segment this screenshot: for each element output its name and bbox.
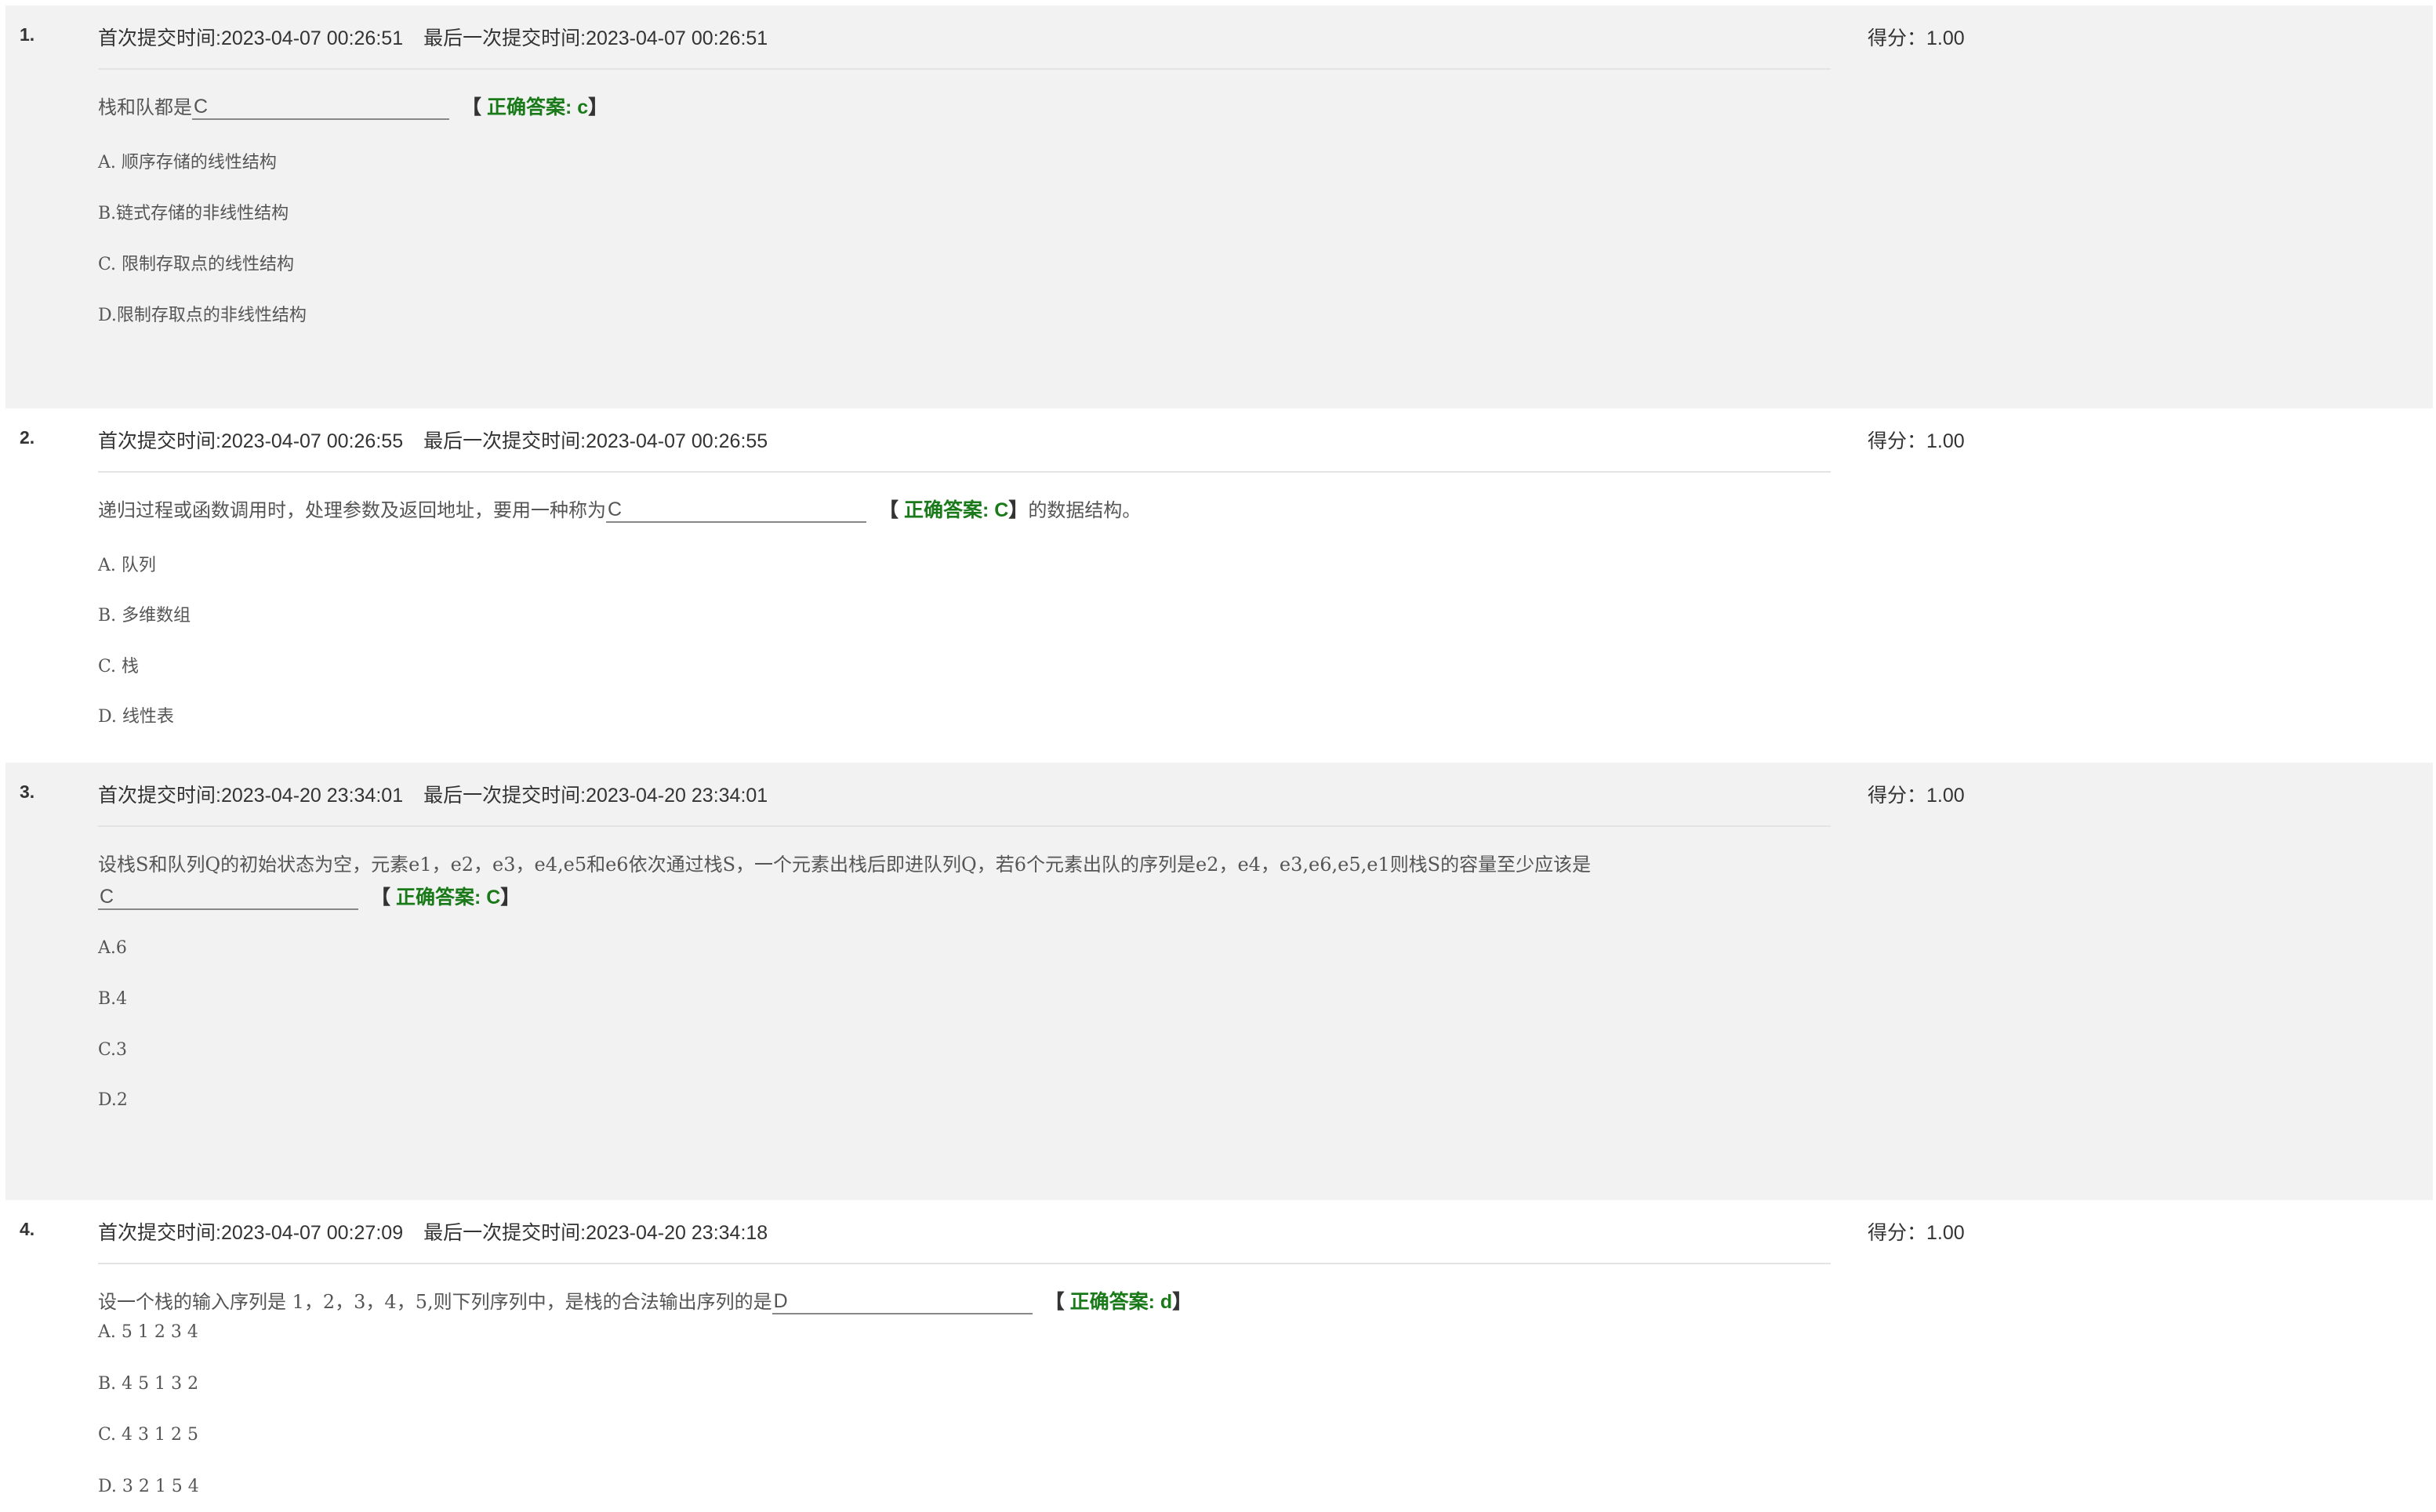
answer-blank-field[interactable]: C (192, 95, 449, 120)
first-submit-time: 2023-04-20 23:34:01 (220, 785, 404, 807)
question-block-3: 3. 首次提交时间:2023-04-20 23:34:01 最后一次提交时间:20… (5, 763, 2433, 1200)
last-submit-time: 2023-04-07 00:26:55 (586, 430, 768, 452)
correct-answer: 【 正确答案: C】 (371, 887, 521, 908)
score-value: 1.00 (1926, 430, 1965, 452)
last-submit-label: 最后一次提交时间: (423, 27, 586, 49)
option-a: A. 顺序存储的线性结构 (98, 153, 277, 172)
answer-blank-field[interactable]: C (98, 885, 358, 910)
first-submit-label: 首次提交时间: (98, 27, 221, 49)
option-d: D. 3 2 1 5 4 (98, 1477, 199, 1496)
header-divider (98, 1263, 1831, 1264)
first-submit-label: 首次提交时间: (98, 1222, 221, 1244)
first-submit-time: 2023-04-07 00:26:51 (220, 27, 404, 49)
question-block-1: 1. 首次提交时间:2023-04-07 00:26:51 最后一次提交时间:20… (5, 5, 2433, 408)
answer-blank-field[interactable]: C (606, 498, 866, 523)
first-submit-label: 首次提交时间: (98, 785, 221, 807)
last-submit-label: 最后一次提交时间: (423, 785, 586, 807)
last-submit-time: 2023-04-20 23:34:01 (586, 785, 768, 807)
submit-times: 首次提交时间:2023-04-07 00:26:51 最后一次提交时间:2023-… (98, 23, 768, 51)
score-label: 得分： (1868, 430, 1927, 452)
option-c: C. 栈 (98, 657, 140, 676)
question-stem: 设一个栈的输入序列是 1，2，3，4，5,则下列序列中，是栈的合法输出序列的是D… (98, 1286, 1192, 1314)
last-submit-time: 2023-04-20 23:34:18 (586, 1222, 768, 1244)
question-number: 2. (20, 427, 35, 448)
last-submit-label: 最后一次提交时间: (423, 1222, 586, 1244)
question-number: 3. (20, 781, 35, 802)
option-c: C.3 (98, 1040, 128, 1060)
option-a: A. 队列 (98, 556, 156, 575)
question-stem: 栈和队都是C 【 正确答案: c】 (98, 92, 608, 120)
score-value: 1.00 (1926, 785, 1965, 807)
submit-times: 首次提交时间:2023-04-20 23:34:01 最后一次提交时间:2023-… (98, 780, 768, 808)
submit-times: 首次提交时间:2023-04-07 00:27:09 最后一次提交时间:2023-… (98, 1217, 768, 1245)
score-label: 得分： (1868, 785, 1927, 807)
stem-text: 递归过程或函数调用时，处理参数及返回地址，要用一种称为 (98, 499, 606, 521)
option-d: D. 线性表 (98, 707, 174, 727)
question-block-4: 4. 首次提交时间:2023-04-07 00:27:09 最后一次提交时间:20… (5, 1200, 2433, 1512)
last-submit-label: 最后一次提交时间: (423, 430, 586, 452)
correct-answer: 【 正确答案: d】 (1044, 1291, 1193, 1313)
first-submit-label: 首次提交时间: (98, 430, 221, 452)
question-number: 4. (20, 1219, 35, 1239)
score-label: 得分： (1868, 1222, 1927, 1244)
first-submit-time: 2023-04-07 00:27:09 (220, 1222, 404, 1244)
correct-answer: 【 正确答案: c】 (462, 96, 608, 118)
stem-text: 设一个栈的输入序列是 1，2，3，4，5,则下列序列中，是栈的合法输出序列的是 (98, 1291, 772, 1313)
option-a: A.6 (98, 938, 127, 958)
option-a: A. 5 1 2 3 4 (98, 1322, 198, 1342)
answer-blank-field[interactable]: D (771, 1289, 1033, 1314)
question-stem: 递归过程或函数调用时，处理参数及返回地址，要用一种称为C 【 正确答案: C】的数… (98, 495, 1141, 523)
header-divider (98, 471, 1831, 473)
option-c: C. 4 3 1 2 5 (98, 1425, 198, 1445)
score: 得分：1.00 (1868, 426, 1965, 454)
header-divider (98, 825, 1831, 827)
option-c: C. 限制存取点的线性结构 (98, 255, 295, 274)
stem-text-after: 的数据结构。 (1028, 499, 1142, 521)
score-value: 1.00 (1926, 27, 1965, 49)
stem-text: 栈和队都是 (98, 96, 192, 118)
option-b: B. 多维数组 (98, 606, 191, 625)
option-d: D.限制存取点的非线性结构 (98, 306, 307, 325)
first-submit-time: 2023-04-07 00:26:55 (220, 430, 404, 452)
question-number: 1. (20, 24, 35, 45)
question-block-2: 2. 首次提交时间:2023-04-07 00:26:55 最后一次提交时间:20… (5, 408, 2433, 763)
score: 得分：1.00 (1868, 1217, 1965, 1245)
option-d: D.2 (98, 1090, 128, 1110)
score-label: 得分： (1868, 27, 1927, 49)
stem-text: 设栈S和队列Q的初始状态为空，元素e1，e2，e3，e4,e5和e6依次通过栈S… (98, 854, 1592, 876)
quiz-results-page: 1. 首次提交时间:2023-04-07 00:26:51 最后一次提交时间:20… (0, 0, 2436, 1512)
score: 得分：1.00 (1868, 23, 1965, 51)
header-divider (98, 68, 1831, 70)
score: 得分：1.00 (1868, 780, 1965, 808)
question-stem: 设栈S和队列Q的初始状态为空，元素e1，e2，e3，e4,e5和e6依次通过栈S… (98, 849, 1591, 876)
last-submit-time: 2023-04-07 00:26:51 (586, 27, 768, 49)
submit-times: 首次提交时间:2023-04-07 00:26:55 最后一次提交时间:2023-… (98, 426, 768, 454)
correct-answer: 【 正确答案: C】 (879, 499, 1029, 521)
option-b: B. 4 5 1 3 2 (98, 1374, 199, 1394)
question-blank-line: C 【 正确答案: C】 (98, 882, 520, 910)
option-b: B.4 (98, 989, 128, 1009)
option-b: B.链式存储的非线性结构 (98, 204, 289, 223)
score-value: 1.00 (1926, 1222, 1965, 1244)
